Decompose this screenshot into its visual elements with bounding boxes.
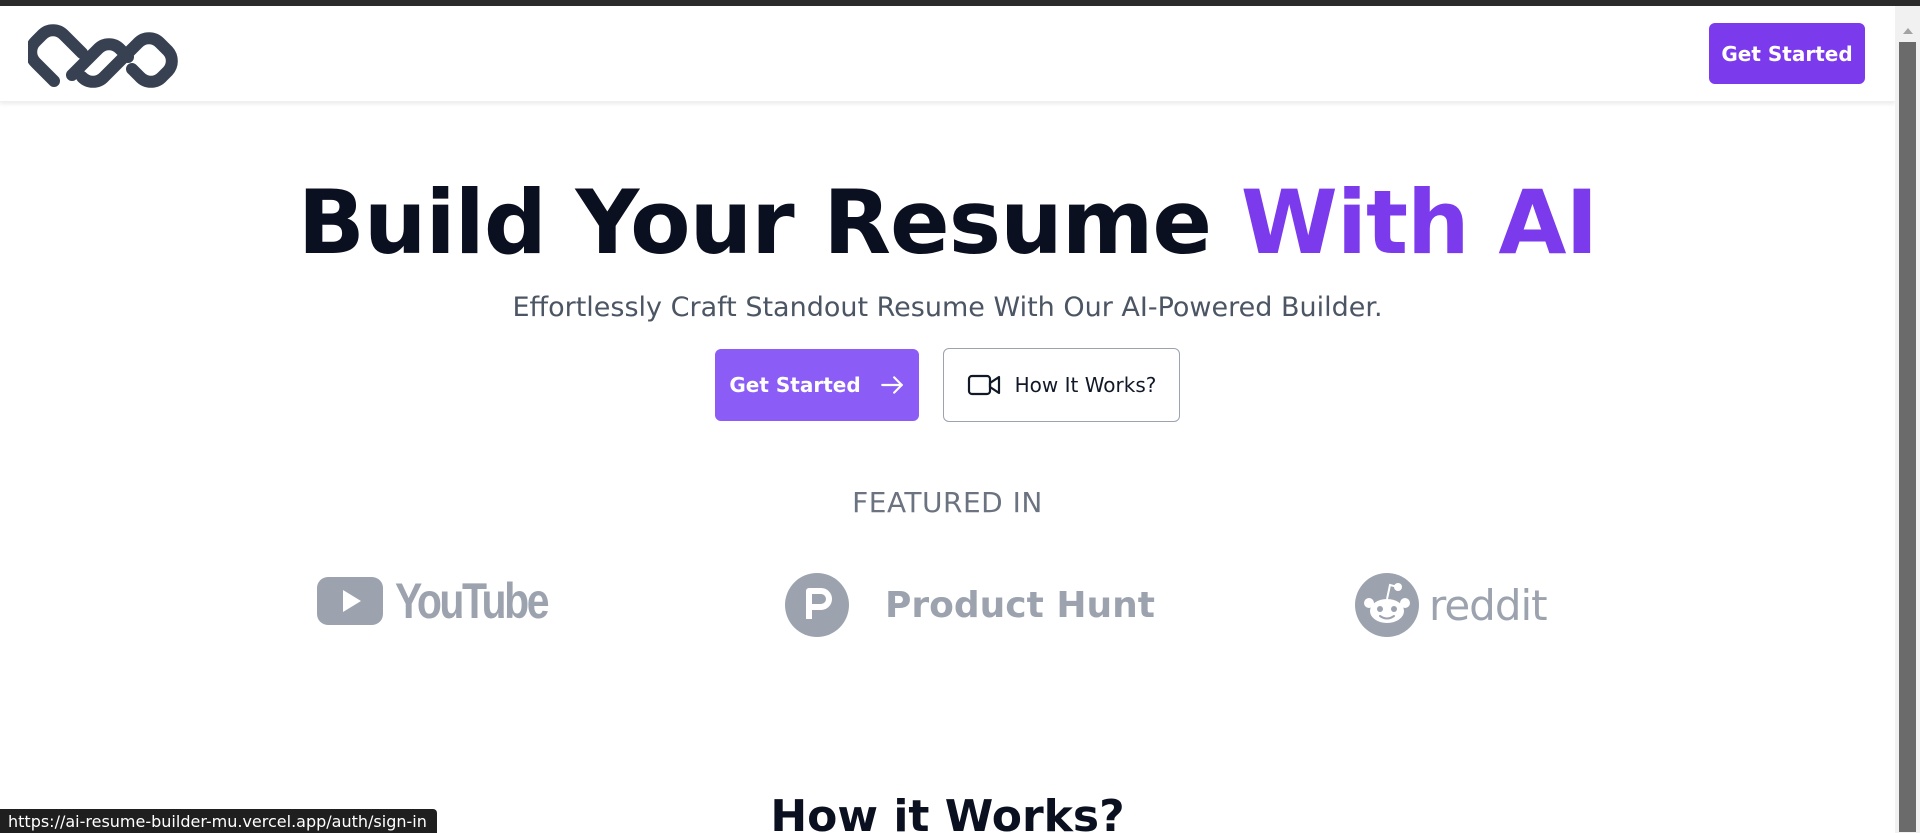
product-hunt-wordmark: Product Hunt: [885, 584, 1155, 626]
featured-brand-product-hunt: Product Hunt: [785, 572, 1155, 638]
youtube-wordmark: YouTube: [395, 573, 550, 629]
hero-title-main: Build Your Resume: [297, 171, 1241, 274]
page-viewport: Get Started Build Your Resume With AI Ef…: [0, 6, 1895, 833]
reddit-wordmark: reddit: [1429, 580, 1548, 630]
scroll-up-arrow-icon[interactable]: [1903, 28, 1913, 34]
hero-title-accent: With AI: [1240, 171, 1598, 274]
page-scrollbar[interactable]: [1895, 6, 1920, 833]
chain-link-logo-icon[interactable]: [28, 23, 182, 89]
hero-title: Build Your Resume With AI: [0, 171, 1895, 274]
hero-subtitle: Effortlessly Craft Standout Resume With …: [512, 292, 1383, 323]
youtube-play-icon: [317, 577, 383, 625]
video-camera-icon: [967, 374, 1000, 396]
how-it-works-button[interactable]: How It Works?: [943, 348, 1180, 422]
reddit-alien-icon: [1355, 573, 1419, 637]
browser-status-url: https://ai-resume-builder-mu.vercel.app/…: [0, 809, 437, 833]
product-hunt-icon: [785, 573, 849, 637]
hero-get-started-label: Get Started: [729, 373, 861, 397]
featured-brand-reddit: reddit: [1355, 572, 1548, 638]
navbar: Get Started: [0, 6, 1895, 102]
arrow-right-icon: [880, 376, 903, 394]
featured-brand-youtube: YouTube: [317, 571, 580, 631]
how-it-works-label: How It Works?: [1014, 373, 1157, 397]
scrollbar-thumb[interactable]: [1899, 42, 1916, 832]
header-get-started-button[interactable]: Get Started: [1709, 23, 1865, 84]
featured-in-heading: FEATURED IN: [852, 486, 1043, 519]
hero-get-started-button[interactable]: Get Started: [715, 349, 919, 421]
